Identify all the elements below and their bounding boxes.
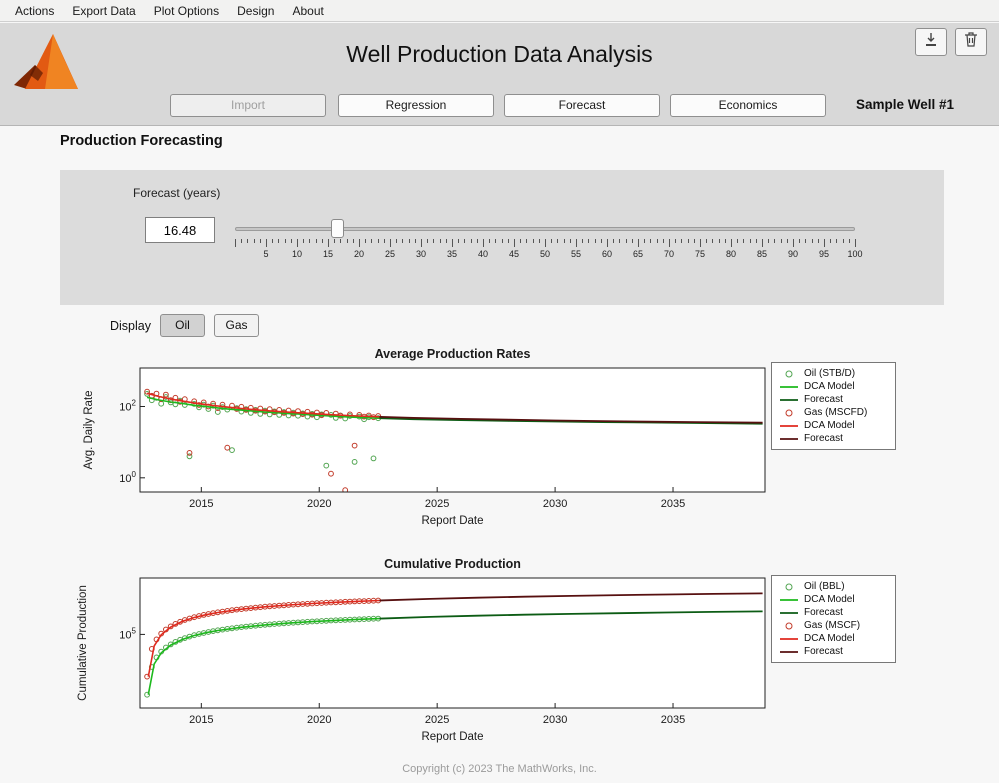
legend-item: Forecast [777, 432, 895, 445]
legend-item: DCA Model [777, 419, 895, 432]
svg-text:2020: 2020 [307, 714, 331, 726]
legend-item: Gas (MSCF) [777, 619, 895, 632]
slider-ticks: 5101520253035404550556065707580859095100 [235, 239, 855, 265]
svg-text:2015: 2015 [189, 498, 213, 510]
svg-text:2025: 2025 [425, 714, 449, 726]
svg-text:2030: 2030 [543, 714, 567, 726]
trash-icon [964, 32, 978, 52]
slider-track[interactable] [235, 227, 855, 231]
forecast-panel: Forecast (years) 51015202530354045505560… [60, 170, 944, 305]
section-heading-production-forecasting: Production Forecasting [60, 133, 223, 149]
tab-import: Import [170, 94, 326, 117]
svg-text:Avg. Daily Rate: Avg. Daily Rate [83, 390, 95, 469]
slider-thumb[interactable] [331, 219, 344, 238]
forecast-slider[interactable]: 5101520253035404550556065707580859095100 [235, 217, 855, 287]
menu-item-plot-options[interactable]: Plot Options [145, 2, 228, 20]
svg-text:Report Date: Report Date [421, 515, 483, 527]
header: Well Production Data Analysis Import Reg… [0, 23, 999, 126]
menu-item-actions[interactable]: Actions [6, 2, 63, 20]
svg-text:2020: 2020 [307, 498, 331, 510]
well-name-label: Sample Well #1 [856, 97, 954, 112]
forecast-years-label: Forecast (years) [133, 186, 220, 200]
legend-item: Oil (BBL) [777, 580, 895, 593]
svg-text:105: 105 [119, 626, 136, 641]
menu-item-export-data[interactable]: Export Data [63, 2, 144, 20]
legend-item: Gas (MSCFD) [777, 406, 895, 419]
svg-text:100: 100 [119, 470, 136, 485]
legend-item: Forecast [777, 393, 895, 406]
svg-text:2030: 2030 [543, 498, 567, 510]
cumulative-legend: Oil (BBL)DCA ModelForecastGas (MSCF)DCA … [771, 575, 896, 663]
forecast-years-input[interactable] [145, 217, 215, 243]
legend-item: Forecast [777, 645, 895, 658]
svg-text:2035: 2035 [661, 714, 685, 726]
app-window: Actions Export Data Plot Options Design … [0, 0, 999, 783]
legend-item: Forecast [777, 606, 895, 619]
export-figure-button[interactable] [915, 28, 947, 56]
svg-text:102: 102 [119, 398, 136, 413]
legend-item: DCA Model [777, 632, 895, 645]
copyright-text: Copyright (c) 2023 The MathWorks, Inc. [0, 763, 999, 775]
menu-item-design[interactable]: Design [228, 2, 283, 20]
display-label: Display [110, 319, 151, 333]
svg-text:Average Production Rates: Average Production Rates [375, 347, 531, 361]
rates-chart: 2015 2020 2025 2030 2035 100 102 Average Produc… [70, 346, 770, 538]
menubar: Actions Export Data Plot Options Design … [0, 0, 999, 22]
tab-economics[interactable]: Economics [670, 94, 826, 117]
toggle-gas[interactable]: Gas [214, 314, 259, 337]
svg-text:Cumulative Production: Cumulative Production [384, 557, 521, 571]
cumulative-chart: 2015 2020 2025 2030 2035 105 Cumulative Produc… [70, 556, 770, 756]
legend-item: Oil (STB/D) [777, 367, 895, 380]
tab-forecast[interactable]: Forecast [504, 94, 660, 117]
rates-legend: Oil (STB/D)DCA ModelForecastGas (MSCFD)D… [771, 362, 896, 450]
svg-text:2015: 2015 [189, 714, 213, 726]
menu-item-about[interactable]: About [283, 2, 332, 20]
tab-regression[interactable]: Regression [338, 94, 494, 117]
legend-item: DCA Model [777, 593, 895, 606]
svg-text:Report Date: Report Date [421, 731, 483, 743]
download-icon [924, 32, 938, 52]
legend-item: DCA Model [777, 380, 895, 393]
svg-text:Cumulative Production: Cumulative Production [77, 585, 89, 701]
svg-text:2025: 2025 [425, 498, 449, 510]
toggle-oil[interactable]: Oil [160, 314, 205, 337]
svg-text:2035: 2035 [661, 498, 685, 510]
app-title: Well Production Data Analysis [0, 41, 999, 68]
delete-button[interactable] [955, 28, 987, 56]
